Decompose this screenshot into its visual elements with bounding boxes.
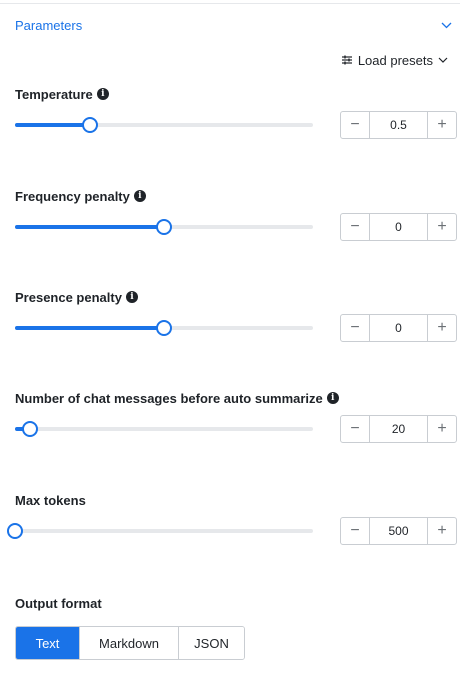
- decrement-button[interactable]: −: [341, 315, 369, 341]
- slider-track[interactable]: [15, 421, 313, 437]
- increment-button[interactable]: +: [428, 315, 456, 341]
- slider-track[interactable]: [15, 320, 313, 336]
- param-frequency-penalty: Frequency penalty i − 0 +: [15, 187, 457, 241]
- slider-track[interactable]: [7, 523, 313, 539]
- slider-thumb[interactable]: [81, 117, 98, 133]
- increment-button[interactable]: +: [428, 214, 456, 240]
- decrement-button[interactable]: −: [341, 416, 369, 442]
- stepper-value[interactable]: 0: [369, 214, 428, 240]
- slider-thumb[interactable]: [156, 320, 172, 336]
- slider-track[interactable]: [15, 117, 313, 133]
- param-max-tokens: Max tokens − 500 +: [7, 491, 457, 545]
- frequency-penalty-stepper[interactable]: − 0 +: [340, 213, 457, 241]
- auto-summarize-stepper[interactable]: − 20 +: [340, 415, 457, 443]
- info-icon[interactable]: i: [125, 291, 138, 303]
- decrement-button[interactable]: −: [341, 214, 369, 240]
- slider-thumb[interactable]: [21, 421, 38, 437]
- increment-button[interactable]: +: [428, 416, 456, 442]
- stepper-value[interactable]: 500: [369, 518, 428, 544]
- format-option-markdown[interactable]: Markdown: [79, 627, 178, 659]
- max-tokens-stepper[interactable]: − 500 +: [340, 517, 457, 545]
- param-label: Max tokens: [15, 492, 86, 508]
- parameters-header[interactable]: Parameters: [15, 16, 452, 34]
- section-title: Parameters: [15, 17, 83, 33]
- stepper-value[interactable]: 20: [369, 416, 428, 442]
- chevron-down-icon[interactable]: [440, 19, 452, 31]
- sliders-icon: [341, 54, 353, 66]
- output-format-label: Output format: [15, 595, 102, 611]
- presence-penalty-stepper[interactable]: − 0 +: [340, 314, 457, 342]
- param-label: Presence penalty: [15, 289, 122, 305]
- info-icon[interactable]: i: [96, 88, 109, 100]
- load-presets-label: Load presets: [357, 52, 433, 68]
- stepper-value[interactable]: 0: [369, 315, 428, 341]
- decrement-button[interactable]: −: [341, 518, 369, 544]
- load-presets-button[interactable]: Load presets: [341, 50, 448, 70]
- slider-track[interactable]: [15, 219, 313, 235]
- slider-fill: [15, 123, 90, 127]
- chevron-down-icon: [438, 57, 448, 63]
- slider-fill: [15, 326, 164, 330]
- slider-thumb[interactable]: [7, 523, 23, 539]
- param-auto-summarize: Number of chat messages before auto summ…: [15, 389, 457, 443]
- param-label: Temperature: [15, 86, 93, 102]
- slider-thumb[interactable]: [156, 219, 172, 235]
- format-option-json[interactable]: JSON: [178, 627, 244, 659]
- param-label: Number of chat messages before auto summ…: [15, 390, 323, 406]
- info-icon[interactable]: i: [133, 190, 146, 202]
- output-format: Output format Text Markdown JSON: [15, 594, 245, 660]
- format-option-text[interactable]: Text: [16, 627, 79, 659]
- decrement-button[interactable]: −: [341, 112, 369, 138]
- increment-button[interactable]: +: [428, 112, 456, 138]
- param-presence-penalty: Presence penalty i − 0 +: [15, 288, 457, 342]
- top-divider: [0, 3, 460, 4]
- info-icon[interactable]: i: [326, 392, 339, 404]
- param-label: Frequency penalty: [15, 188, 130, 204]
- temperature-stepper[interactable]: − 0.5 +: [340, 111, 457, 139]
- slider-fill: [15, 225, 164, 229]
- stepper-value[interactable]: 0.5: [369, 112, 428, 138]
- output-format-segmented: Text Markdown JSON: [15, 626, 245, 660]
- increment-button[interactable]: +: [428, 518, 456, 544]
- param-temperature: Temperature i − 0.5 +: [15, 85, 457, 139]
